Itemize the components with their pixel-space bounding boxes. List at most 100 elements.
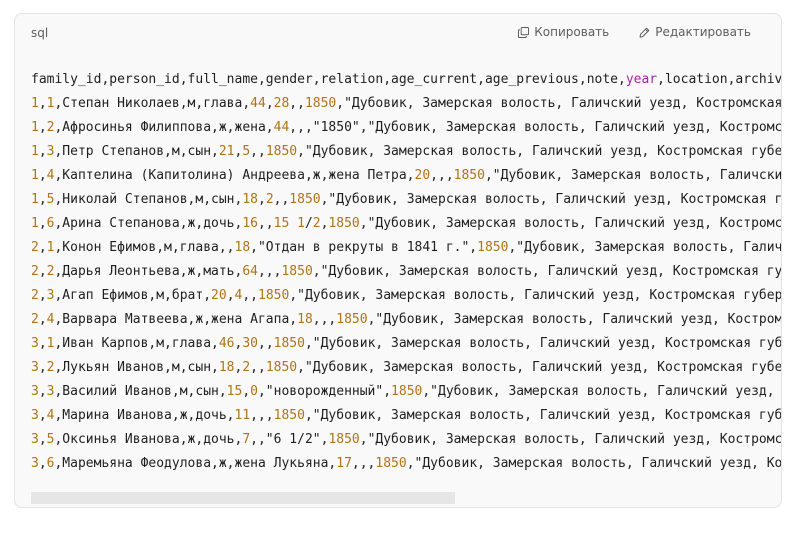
code-number-token: 3 [31,336,39,351]
code-number-token: 46 [218,336,235,351]
code-number-token: 2 [31,312,39,327]
code-number-token: 1850 [289,192,321,207]
code-line: 2,4,Варвара Матвеева,ж,жена Агапа,18,,,1… [31,308,781,332]
code-text-token: , [38,384,47,399]
code-text-token: ,"Дубовик, Замерская волость, Галичский … [297,144,781,159]
code-text-token: ,"Дубовик, Замерская волость, Галичский … [289,288,781,303]
code-text-token: ,, [273,192,290,207]
code-number-token: 1 [31,120,39,135]
code-line: 3,6,Маремьяна Феодулова,ж,жена Лукьяна,1… [31,452,781,476]
code-number-token: 18 [242,192,258,207]
horizontal-scrollbar-thumb[interactable] [31,492,455,504]
code-text-token: , [242,384,251,399]
code-text-token: ,"Дубовик, Замерская волость, Галичский … [359,432,781,447]
code-text-token: ,"Дубовик, Замерская волость, Галичский … [304,336,781,351]
code-text-token: , [38,264,47,279]
code-line: 1,1,Степан Николаев,м,глава,44,28,,1850,… [31,92,781,116]
code-number-token: 3 [31,360,39,375]
code-text-token: ,"Отдан в рекруты в 1841 г.", [250,240,478,255]
code-line: family_id,person_id,full_name,gender,rel… [31,68,781,92]
code-line: 1,3,Петр Степанов,м,сын,21,5,,1850,"Дубо… [31,140,781,164]
code-line: 1,2,Афросинья Филиппова,ж,жена,44,,,"185… [31,116,781,140]
code-number-token: 1850 [375,456,407,471]
copy-button-label: Копировать [534,25,610,39]
code-text-token: , [38,288,47,303]
code-number-token: 2 [242,360,251,375]
code-text-token: ,, [250,360,266,375]
code-line: 2,1,Конон Ефимов,м,глава,,18,"Отдан в ре… [31,236,781,260]
code-text-token: , [38,408,47,423]
code-number-token: 44 [250,96,266,111]
code-text-token: ,"Дубовик, Замерская волость, Галичс [508,240,781,255]
code-number-token: 44 [273,120,290,135]
code-text-token: ,location,archive [657,72,781,87]
code-number-token: 2 [312,216,321,231]
code-number-token: 1850 [265,360,298,375]
code-number-token: 11 [234,408,251,423]
pencil-icon [639,27,650,38]
code-number-token: 3 [31,384,39,399]
code-text-token: , [226,288,235,303]
code-number-token: 5 [242,144,251,159]
code-text-token: ,Николай Степанов,м,сын, [54,192,243,207]
code-line: 3,4,Марина Иванова,ж,дочь,11,,,1850,"Дуб… [31,404,781,428]
code-number-token: 17 [336,456,352,471]
code-number-token: 2 [31,264,39,279]
code-text-token: , [38,360,47,375]
code-number-token: 18 [218,360,235,375]
code-number-token: 28 [273,96,290,111]
edit-button-label: Редактировать [655,25,751,39]
code-line: 3,5,Оксинья Иванова,ж,дочь,7,,"6 1/2",18… [31,428,781,452]
code-text-token: ,Марина Иванова,ж,дочь, [54,408,235,423]
code-number-token: 1 [31,216,39,231]
code-number-token: 20 [211,288,227,303]
code-text-token: , [38,192,47,207]
code-text-token: ,"Дубовик, Замерская волость, Галичский … [304,408,781,423]
code-text-token: ,Арина Степанова,ж,дочь, [54,216,243,231]
code-line: 1,6,Арина Степанова,ж,дочь,16,,15 1/2,18… [31,212,781,236]
code-number-token: 18 [297,312,313,327]
code-number-token: 1 [31,192,39,207]
code-text-token: ,,, [430,168,454,183]
copy-icon [518,26,530,38]
code-keyword-token: year [625,72,658,87]
code-number-token: 7 [242,432,251,447]
code-text-token: , [38,312,47,327]
code-number-token: 1 [31,96,39,111]
code-block-header: sql Копировать Редактировать [15,14,781,54]
code-text-token: ,Варвара Матвеева,ж,жена Агапа, [54,312,298,327]
copy-button[interactable]: Копировать [518,25,609,39]
code-text-token: ,Дарья Леонтьева,ж,мать, [54,264,243,279]
code-text-token: , [38,456,47,471]
code-text-token: ,"новорожденный", [257,384,392,399]
code-text-token: ,"Дубовик, Замерская волость, Галичский … [297,360,781,375]
code-line: 3,1,Иван Карпов,м,глава,46,30,,1850,"Дуб… [31,332,781,356]
code-text-token: ,,, [312,312,337,327]
code-number-token: 3 [31,432,39,447]
code-text-token: ,Степан Николаев,м,глава, [54,96,251,111]
code-text-token: ,Оксинья Иванова,ж,дочь, [54,432,243,447]
code-line: 2,3,Агап Ефимов,м,брат,20,4,,1850,"Дубов… [31,284,781,308]
horizontal-scrollbar[interactable] [31,492,779,504]
code-number-token: 1850 [304,96,337,111]
code-text-token: ,Маремьяна Феодулова,ж,жена Лукьяна, [54,456,337,471]
code-text-token: ,"Дубовик, Замерская волость, Галичский … [336,96,781,111]
code-text-token: , [38,96,47,111]
code-text-token: ,"Дубовик, Замерская волость, Галичский [484,168,781,183]
code-line: 1,4,Каптелина (Капитолина) Андреева,ж,же… [31,164,781,188]
code-line: 1,5,Николай Степанов,м,сын,18,2,,1850,"Д… [31,188,781,212]
code-number-token: 0 [250,384,258,399]
code-number-token: 1850 [453,168,485,183]
code-text-token: , [38,120,47,135]
code-text-token: ,"Дубовик, Замерская волость, Галичский … [367,312,781,327]
code-block: sql Копировать Редактировать family_id,p… [14,13,782,508]
code-text-token: ,"Дубовик, Замерская волость, Галичский … [359,216,781,231]
code-content[interactable]: family_id,person_id,full_name,gender,rel… [31,68,781,485]
code-language-label: sql [31,26,49,40]
code-text-token: ,,,"1850","Дубовик, Замерская волость, Г… [289,120,781,135]
code-text-token: ,Афросинья Филиппова,ж,жена, [54,120,274,135]
code-line: 3,3,Василий Иванов,м,сын,15,0,"новорожде… [31,380,781,404]
code-number-token: 1850 [328,432,360,447]
code-text-token: ,, [257,216,274,231]
edit-button[interactable]: Редактировать [639,25,751,39]
